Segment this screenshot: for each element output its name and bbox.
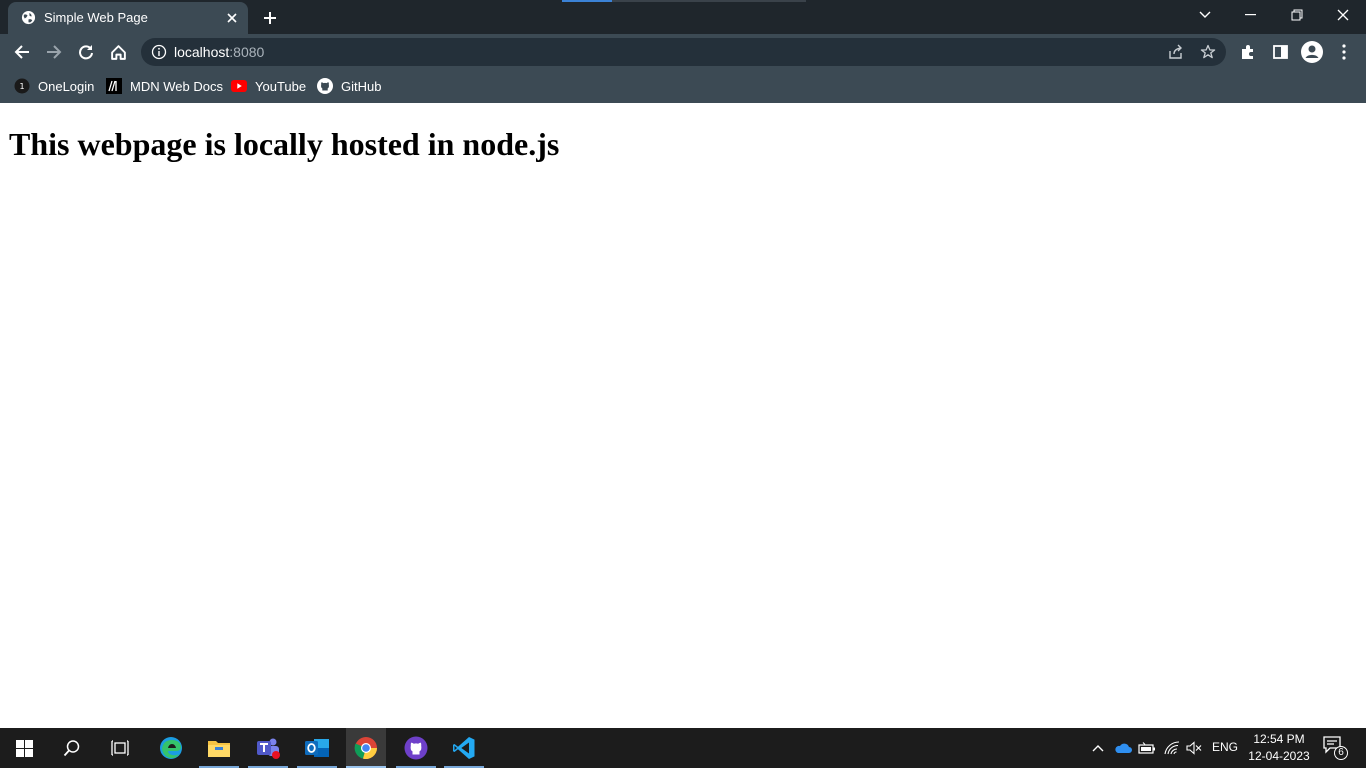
url-host: localhost bbox=[174, 44, 230, 60]
outlook-icon[interactable] bbox=[297, 728, 337, 768]
back-icon[interactable] bbox=[10, 40, 34, 64]
onedrive-cloud-icon[interactable] bbox=[1113, 738, 1133, 758]
side-panel-icon[interactable] bbox=[1268, 40, 1292, 64]
bookmark-youtube[interactable]: YouTube bbox=[231, 76, 306, 96]
home-icon[interactable] bbox=[106, 40, 130, 64]
tab-strip: Simple Web Page bbox=[0, 0, 1366, 34]
extensions-icon[interactable] bbox=[1236, 40, 1260, 64]
share-icon[interactable] bbox=[1167, 43, 1185, 61]
github-icon bbox=[317, 78, 333, 94]
youtube-icon bbox=[231, 78, 247, 94]
profile-avatar-icon[interactable] bbox=[1300, 40, 1324, 64]
bookmark-label: OneLogin bbox=[38, 78, 95, 94]
url-port: :8080 bbox=[229, 44, 265, 60]
onelogin-icon: 1 bbox=[14, 78, 30, 94]
close-window-icon[interactable] bbox=[1328, 4, 1358, 26]
page-heading: This webpage is locally hosted in node.j… bbox=[9, 126, 560, 162]
address-bar[interactable]: localhost:8080 bbox=[141, 38, 1226, 66]
notification-count-badge: 6 bbox=[1334, 746, 1348, 760]
github-desktop-icon[interactable] bbox=[396, 728, 436, 768]
battery-icon[interactable] bbox=[1137, 738, 1157, 758]
site-info-icon[interactable] bbox=[151, 44, 167, 60]
bookmark-mdn[interactable]: MDN Web Docs bbox=[106, 76, 223, 96]
top-progress-strip bbox=[562, 0, 806, 2]
notification-center-icon[interactable]: 6 bbox=[1322, 736, 1348, 760]
minimize-icon[interactable] bbox=[1236, 4, 1266, 26]
bookmark-onelogin[interactable]: 1 OneLogin bbox=[14, 76, 94, 96]
menu-more-icon[interactable] bbox=[1332, 40, 1356, 64]
svg-text:1: 1 bbox=[19, 82, 24, 91]
teams-icon[interactable] bbox=[248, 728, 288, 768]
reload-icon[interactable] bbox=[74, 40, 98, 64]
vscode-icon[interactable] bbox=[444, 728, 484, 768]
volume-muted-icon[interactable] bbox=[1184, 738, 1204, 758]
task-view-icon[interactable] bbox=[100, 728, 140, 768]
chrome-icon[interactable] bbox=[346, 728, 386, 768]
clock-date: 12-04-2023 bbox=[1248, 749, 1310, 763]
restore-icon[interactable] bbox=[1282, 4, 1312, 26]
clock-time: 12:54 PM bbox=[1253, 732, 1305, 746]
forward-icon[interactable] bbox=[42, 40, 66, 64]
tab-title: Simple Web Page bbox=[44, 10, 148, 25]
bookmark-label: YouTube bbox=[255, 78, 307, 94]
edge-icon[interactable] bbox=[151, 728, 191, 768]
bookmarks-bar: 1 OneLogin MDN Web Docs YouTube GitHub bbox=[0, 70, 1366, 103]
system-clock[interactable]: 12:54 PM 12-04-2023 bbox=[1240, 731, 1318, 765]
tab-simple-web-page[interactable]: Simple Web Page bbox=[8, 2, 248, 34]
mdn-icon bbox=[106, 78, 122, 94]
tab-search-icon[interactable] bbox=[1190, 4, 1220, 26]
bookmark-label: MDN Web Docs bbox=[130, 78, 223, 94]
bookmark-label: GitHub bbox=[341, 78, 382, 94]
bookmark-star-icon[interactable] bbox=[1199, 43, 1217, 61]
show-hidden-icons-chevron-icon[interactable] bbox=[1090, 738, 1106, 758]
bookmark-github[interactable]: GitHub bbox=[317, 76, 381, 96]
globe-icon bbox=[21, 10, 36, 25]
wifi-icon[interactable] bbox=[1162, 738, 1182, 758]
input-language-indicator[interactable]: ENG bbox=[1212, 740, 1238, 754]
web-page-viewport: This webpage is locally hosted in node.j… bbox=[0, 103, 1366, 728]
new-tab-icon[interactable] bbox=[259, 7, 281, 29]
windows-taskbar: ENG 12:54 PM 12-04-2023 6 bbox=[0, 728, 1366, 768]
file-explorer-icon[interactable] bbox=[199, 728, 239, 768]
tab-close-icon[interactable] bbox=[224, 10, 240, 26]
url-text[interactable]: localhost:8080 bbox=[174, 44, 264, 60]
search-icon[interactable] bbox=[52, 728, 92, 768]
windows-start-icon[interactable] bbox=[4, 728, 44, 768]
